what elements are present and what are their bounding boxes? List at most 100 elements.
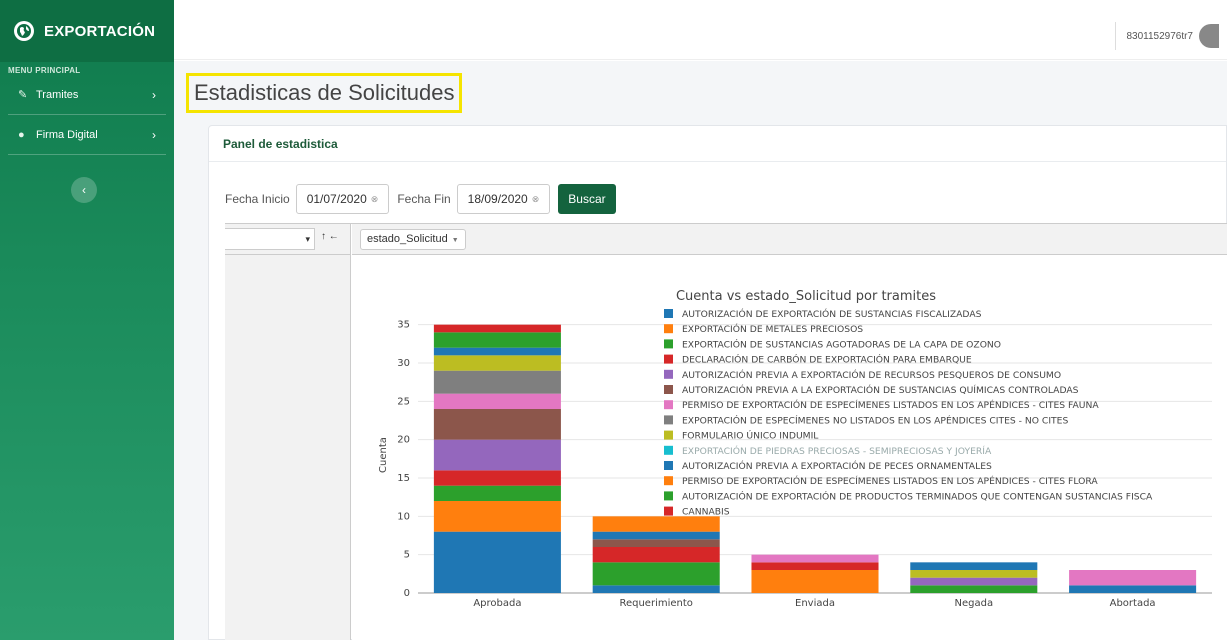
bar-segment <box>592 516 720 532</box>
legend-swatch <box>664 385 673 394</box>
legend-swatch <box>664 506 673 516</box>
y-tick-label: 25 <box>397 396 410 407</box>
pivot-column-area: estado_Solicitud ▼ <box>352 224 1227 255</box>
end-date-input[interactable]: 18/09/2020 ⊗ <box>456 184 551 214</box>
circle-icon: ● <box>18 128 25 141</box>
legend-swatch <box>664 400 673 410</box>
y-tick-label: 30 <box>397 358 410 369</box>
legend-entry: EXPORTACIÓN DE SUSTANCIAS AGOTADORAS DE … <box>682 338 1001 350</box>
globe-icon <box>14 21 34 41</box>
bar-segment <box>433 347 561 356</box>
bar-segment <box>910 585 1038 593</box>
legend-entry: PERMISO DE EXPORTACIÓN DE ESPECÍMENES LI… <box>682 399 1099 411</box>
brand-name: EXPORTACIÓN <box>44 22 156 40</box>
x-tick-label: Abortada <box>1110 598 1156 609</box>
collapse-sidebar-button[interactable]: ‹ <box>71 177 97 203</box>
bar-segment <box>433 355 561 371</box>
y-tick-label: 15 <box>397 473 410 484</box>
legend-swatch <box>664 324 673 334</box>
page-title: Estadisticas de Solicitudes <box>186 73 463 113</box>
bar-segment <box>751 562 879 570</box>
user-id: 8301152976tr7 <box>1126 30 1193 42</box>
bar-segment <box>433 409 561 440</box>
bar-segment <box>433 393 561 409</box>
chevron-left-icon: ‹ <box>82 183 86 197</box>
start-date-input[interactable]: 01/07/2020 ⊗ <box>295 184 390 214</box>
y-tick-label: 35 <box>397 320 410 331</box>
field-pill-label: estado_Solicitud <box>367 233 448 245</box>
legend-swatch <box>664 445 673 455</box>
bar-segment <box>433 439 561 471</box>
bar-segment <box>592 539 720 547</box>
chevron-right-icon: › <box>152 127 156 142</box>
legend-entry: EXPORTACIÓN DE PIEDRAS PRECIOSAS - SEMIP… <box>682 445 992 457</box>
legend-swatch <box>664 415 673 425</box>
legend-entry: FORMULARIO ÚNICO INDUMIL <box>682 430 819 442</box>
legend-entry: AUTORIZACIÓN PREVIA A EXPORTACIÓN DE PEC… <box>682 460 992 472</box>
chevron-right-icon: › <box>152 87 156 102</box>
clear-icon[interactable]: ⊗ <box>371 194 379 205</box>
main-content: Estadisticas de Solicitudes Panel de est… <box>174 61 1227 640</box>
y-tick-label: 20 <box>397 435 410 446</box>
clear-icon[interactable]: ⊗ <box>532 194 540 205</box>
bar-segment <box>751 554 879 563</box>
legend-entry: AUTORIZACIÓN DE EXPORTACIÓN DE SUSTANCIA… <box>682 308 982 320</box>
y-tick-label: 10 <box>397 511 410 522</box>
bar-segment <box>433 370 561 394</box>
x-tick-label: Negada <box>955 598 994 609</box>
sidebar-item-firma-digital[interactable]: ● Firma Digital › <box>8 115 166 155</box>
bar-chart: Cuenta vs estado_Solicitud por tramites 0… <box>378 289 1212 609</box>
legend-swatch <box>664 369 673 379</box>
legend-entry: EXPORTACIÓN DE METALES PRECIOSOS <box>682 323 863 335</box>
legend-entry: AUTORIZACIÓN PREVIA A EXPORTACIÓN DE REC… <box>682 369 1061 381</box>
end-date-value: 18/09/2020 <box>467 192 528 206</box>
avatar[interactable] <box>1199 24 1219 48</box>
field-pill[interactable]: estado_Solicitud ▼ <box>360 229 466 250</box>
pivot-row-area <box>225 255 351 640</box>
bar-segment <box>592 531 720 540</box>
legend-entry: DECLARACIÓN DE CARBÓN DE EXPORTACIÓN PAR… <box>682 354 972 366</box>
caret-down-icon[interactable]: ▼ <box>452 237 459 244</box>
x-tick-label: Enviada <box>795 598 835 609</box>
sidebar: EXPORTACIÓN MENU PRINCIPAL ✎ Tramites › … <box>0 0 174 640</box>
brand[interactable]: EXPORTACIÓN <box>0 0 174 62</box>
menu-header: MENU PRINCIPAL <box>8 66 81 75</box>
bar-segment <box>910 577 1038 586</box>
bar-segment <box>592 585 720 593</box>
bar-segment <box>433 332 561 348</box>
renderer-select[interactable]: ▾ <box>225 228 315 250</box>
legend-swatch <box>664 491 673 501</box>
sidebar-item-tramites[interactable]: ✎ Tramites › <box>8 75 166 115</box>
date-filters: Fecha Inicio 01/07/2020 ⊗ Fecha Fin 18/0… <box>225 184 616 214</box>
user-menu[interactable]: 8301152976tr7 <box>1115 22 1219 50</box>
legend-entry: AUTORIZACIÓN PREVIA A LA EXPORTACIÓN DE … <box>682 384 1079 396</box>
legend-swatch <box>664 354 673 364</box>
x-tick-label: Aprobada <box>473 598 521 609</box>
legend-entry: PERMISO DE EXPORTACIÓN DE ESPECÍMENES LI… <box>682 475 1098 487</box>
y-tick-label: 0 <box>404 588 410 599</box>
bar-segment <box>910 570 1038 578</box>
panel-title: Panel de estadistica <box>209 126 1226 162</box>
bar-segment <box>433 485 561 501</box>
sort-arrows[interactable]: ↑ ← <box>321 231 339 242</box>
sidebar-item-label: Firma Digital <box>36 128 98 141</box>
start-date-value: 01/07/2020 <box>306 192 367 206</box>
legend-swatch <box>664 430 673 440</box>
legend-entry: EXPORTACIÓN DE ESPECÍMENES NO LISTADOS E… <box>682 414 1068 426</box>
divider <box>1115 22 1117 50</box>
end-date-label: Fecha Fin <box>397 192 451 206</box>
bar-segment <box>592 562 720 586</box>
legend-entry: AUTORIZACIÓN DE EXPORTACIÓN DE PRODUCTOS… <box>682 490 1153 502</box>
x-tick-label: Requerimiento <box>619 598 692 609</box>
bar-segment <box>1069 570 1197 586</box>
legend-entry: CANNABIS <box>682 507 730 518</box>
edit-icon: ✎ <box>18 89 28 101</box>
pivot-table: ▾ ↑ ← estado_Solicitud ▼ Cuenta vs estado… <box>225 223 1227 640</box>
pivot-controls: ▾ ↑ ← <box>225 224 351 255</box>
bar-segment <box>433 470 561 486</box>
start-date-label: Fecha Inicio <box>225 192 290 206</box>
search-button[interactable]: Buscar <box>558 184 616 214</box>
y-axis-label: Cuenta <box>378 437 389 473</box>
legend-swatch <box>664 309 673 318</box>
sidebar-item-label: Tramites <box>36 88 79 101</box>
